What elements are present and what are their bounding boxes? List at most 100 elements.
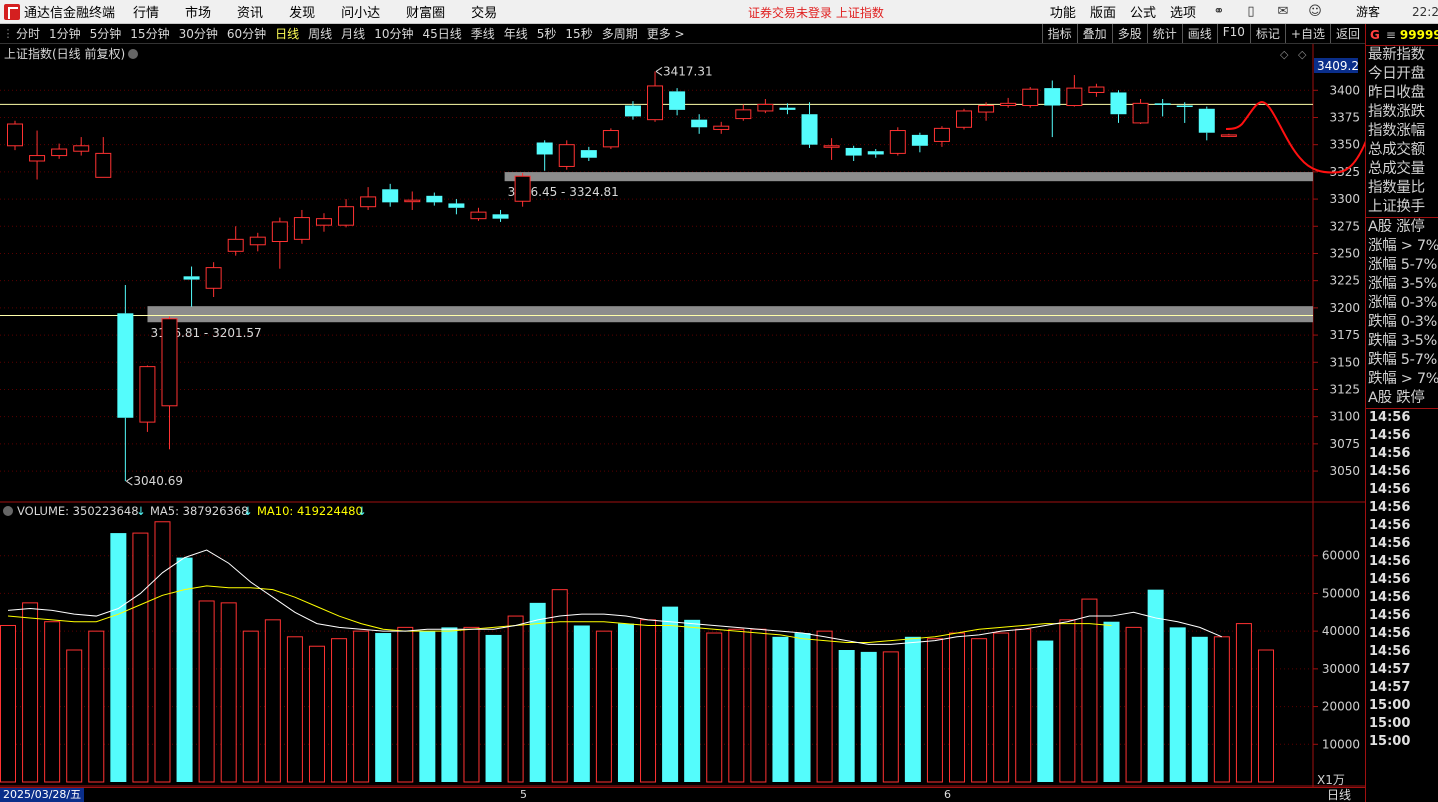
user-icon[interactable]: ☺ (1306, 4, 1324, 20)
period-tab[interactable]: 更多 > (647, 25, 685, 42)
tool-button[interactable]: +自选 (1284, 24, 1330, 43)
menu-xuanxiang[interactable]: 选项 (1170, 2, 1196, 21)
period-tab[interactable]: 30分钟 (179, 25, 218, 42)
breadth-label: 涨幅 3-5% (1368, 276, 1437, 292)
high-arrow-icon (655, 67, 663, 76)
menu-wenxiaoda[interactable]: 问小达 (341, 2, 380, 21)
menu-shichang[interactable]: 市场 (185, 2, 211, 21)
period-tab[interactable]: 60分钟 (227, 25, 266, 42)
candle (1110, 90, 1127, 123)
menu-hangqing[interactable]: 行情 (133, 2, 159, 21)
quote-field-label: 最新指数 (1368, 47, 1425, 63)
tool-button[interactable]: 统计 (1146, 24, 1182, 43)
candle-body-up (602, 130, 619, 148)
candle-body-down (1044, 88, 1061, 106)
period-tab[interactable]: 5秒 (537, 25, 557, 42)
candle (889, 127, 906, 156)
period-tab[interactable]: 月线 (341, 25, 365, 42)
period-tab[interactable]: 5分钟 (90, 25, 122, 42)
period-tab[interactable]: 1分钟 (49, 25, 81, 42)
tick-time: 14:57 (1369, 662, 1411, 677)
period-tab[interactable]: 年线 (504, 25, 528, 42)
guest-label[interactable]: 游客 (1356, 3, 1380, 20)
period-tab[interactable]: 10分钟 (374, 25, 413, 42)
timeframe-label[interactable]: 日线 (1327, 788, 1351, 802)
candle (183, 266, 200, 307)
volume-bar-up (1235, 623, 1252, 783)
candlesticks (7, 71, 1237, 482)
breadth-label: 跌幅 0-3% (1368, 314, 1437, 330)
period-tab[interactable]: 15分钟 (130, 25, 169, 42)
tool-button[interactable]: 画线 (1181, 24, 1217, 43)
candle-body-up (1220, 134, 1237, 137)
menu-zixun[interactable]: 资讯 (237, 2, 263, 21)
volume-dropdown-icon (3, 506, 13, 516)
breadth-label: 涨幅 5-7% (1368, 257, 1437, 273)
message-icon[interactable]: ✉ (1274, 4, 1292, 20)
quote-field-label: 指数涨幅 (1368, 123, 1425, 139)
period-tab[interactable]: 15秒 (565, 25, 592, 42)
price-tick-label: 3200 (1329, 301, 1360, 315)
headset-icon[interactable]: ⚭ (1210, 4, 1228, 20)
tool-button[interactable]: 多股 (1111, 24, 1147, 43)
candle (602, 128, 619, 150)
volume-bar-down (441, 627, 458, 782)
period-tab[interactable]: 45日线 (422, 25, 461, 42)
code-letter: G (1370, 27, 1380, 42)
quote-field-label: 总成交量 (1368, 161, 1425, 177)
kline-chart[interactable]: 3316.45 - 3324.813186.81 - 3201.57 3417.… (0, 44, 1365, 787)
menu-faxian[interactable]: 发现 (289, 2, 315, 21)
tool-button[interactable]: 标记 (1249, 24, 1285, 43)
toolbar-grip-icon[interactable]: ⋮ (0, 27, 16, 40)
volume-bar-down (573, 625, 590, 782)
tool-button[interactable]: F10 (1216, 24, 1250, 43)
candle (51, 143, 68, 159)
breadth-label: A股 涨停 (1368, 219, 1425, 235)
volume-bar-down (110, 533, 127, 782)
breadth-label: 涨幅 0-3% (1368, 295, 1437, 311)
price-tick-label: 3075 (1329, 437, 1360, 451)
volume-bar-up (1081, 598, 1098, 783)
menu-gongshi[interactable]: 公式 (1130, 2, 1156, 21)
menu-gongneng[interactable]: 功能 (1050, 2, 1076, 21)
candle-body-down (1110, 92, 1127, 115)
period-tab[interactable]: 季线 (471, 25, 495, 42)
menu-caifuquan[interactable]: 财富圈 (406, 2, 445, 21)
candle (536, 140, 553, 171)
candle-body-down (624, 105, 641, 117)
candle-body-up (315, 218, 332, 226)
volume-bar-up (728, 628, 745, 783)
low-price-label: 3040.69 (133, 474, 183, 488)
price-tick-label: 3300 (1329, 192, 1360, 206)
volume-bar-up (1059, 619, 1076, 783)
phone-icon[interactable]: ▯ (1242, 4, 1260, 20)
volume-bar-down (794, 633, 811, 782)
period-tab[interactable]: 多周期 (602, 25, 638, 42)
candle-body-down (1198, 108, 1215, 133)
period-tab[interactable]: 分时 (16, 25, 40, 42)
volume-axis: 10000 20000 30000 40000 50000 60000 X1万 (1313, 549, 1360, 787)
candle (669, 88, 686, 116)
price-tick-label: 3225 (1329, 274, 1360, 288)
tool-button[interactable]: 返回 (1329, 24, 1365, 43)
volume-bar-down (529, 602, 546, 782)
volume-bar-up (507, 615, 524, 783)
volume-bar-down (662, 606, 679, 782)
period-tab[interactable]: 日线 (275, 25, 299, 42)
candle-body-down (426, 195, 443, 203)
volume-bar-up (750, 628, 767, 783)
menu-banmian[interactable]: 版面 (1090, 2, 1116, 21)
volume-tick-label: 40000 (1322, 624, 1360, 638)
menu-lines-icon[interactable]: ≡ (1386, 28, 1396, 42)
tick-time: 15:00 (1369, 716, 1411, 731)
candle (956, 108, 973, 130)
tool-button[interactable]: 叠加 (1076, 24, 1112, 43)
menu-jiaoyi[interactable]: 交易 (471, 2, 497, 21)
volume-tick-label: 30000 (1322, 662, 1360, 676)
tool-button[interactable]: 指标 (1041, 24, 1077, 43)
price-zone (147, 306, 1314, 323)
expand-icon: ◇ (1298, 48, 1307, 61)
candle (933, 126, 950, 147)
period-tab[interactable]: 周线 (308, 25, 332, 42)
volume-bar-up (1213, 636, 1230, 783)
